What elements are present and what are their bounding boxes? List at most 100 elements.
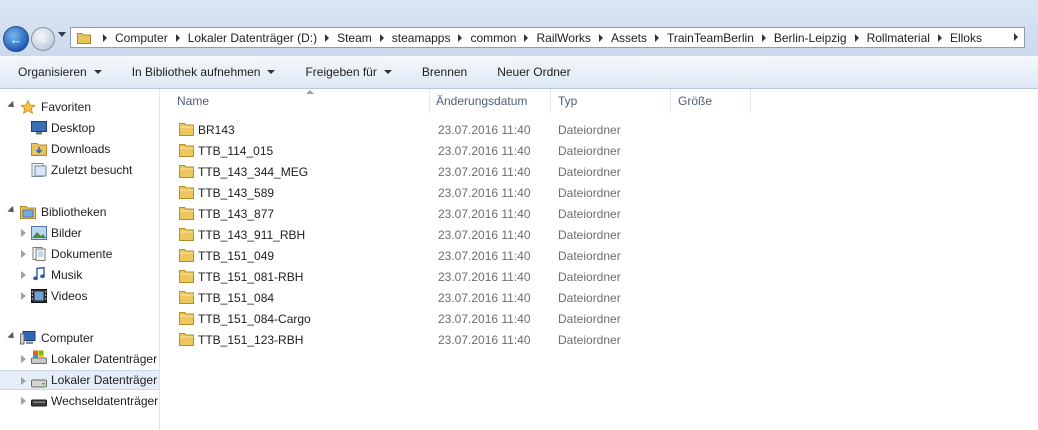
table-row[interactable]: TTB_114_015 23.07.2016 11:40 Dateiordner — [160, 140, 1038, 161]
burn-button[interactable]: Brennen — [404, 56, 479, 89]
breadcrumb-separator[interactable] — [379, 33, 384, 42]
table-row[interactable]: TTB_143_877 23.07.2016 11:40 Dateiordner — [160, 203, 1038, 224]
nav-item-documents[interactable]: Dokumente — [0, 244, 159, 264]
file-name[interactable]: TTB_143_344_MEG — [198, 165, 308, 179]
nav-item-downloads[interactable]: Downloads — [0, 139, 159, 159]
column-header-label: Größe — [678, 94, 713, 108]
file-name[interactable]: TTB_143_877 — [198, 207, 274, 221]
breadcrumb-separator[interactable] — [654, 33, 659, 42]
breadcrumb-separator[interactable] — [175, 33, 180, 42]
breadcrumb-separator[interactable] — [937, 33, 942, 42]
breadcrumb-drive[interactable]: Lokaler Datenträger (D:) — [188, 31, 317, 45]
table-row[interactable]: TTB_143_911_RBH 23.07.2016 11:40 Dateiordn… — [160, 224, 1038, 245]
folder-icon — [77, 32, 91, 44]
file-name[interactable]: BR143 — [198, 123, 235, 137]
breadcrumb-elloks[interactable]: Elloks — [950, 31, 982, 45]
nav-item-local-disk-c[interactable]: Lokaler Datenträger — [0, 349, 159, 369]
breadcrumb-separator[interactable] — [854, 33, 859, 42]
forward-button[interactable]: → — [31, 27, 55, 51]
file-date: 23.07.2016 11:40 — [438, 270, 531, 284]
collapsed-arrow-icon[interactable] — [21, 355, 26, 363]
documents-icon — [32, 247, 46, 261]
nav-item-computer[interactable]: Computer — [0, 328, 159, 348]
collapsed-arrow-icon[interactable] — [21, 397, 26, 405]
breadcrumb-separator[interactable] — [103, 33, 107, 42]
sort-ascending-icon — [306, 90, 314, 94]
nav-item-local-disk-d[interactable]: Lokaler Datenträger — [0, 370, 159, 390]
column-header-size[interactable]: Größe — [671, 89, 751, 113]
breadcrumb-computer[interactable]: Computer — [115, 31, 168, 45]
star-icon — [20, 100, 36, 114]
file-name[interactable]: TTB_151_123-RBH — [198, 333, 303, 347]
breadcrumb-railworks[interactable]: RailWorks — [536, 31, 590, 45]
nav-item-videos[interactable]: Videos — [0, 286, 159, 306]
breadcrumb-berlin-leipzig[interactable]: Berlin-Leipzig — [774, 31, 847, 45]
table-row[interactable]: TTB_151_081-RBH 23.07.2016 11:40 Dateiordn… — [160, 266, 1038, 287]
nav-item-music[interactable]: Musik — [0, 265, 159, 285]
column-header-name[interactable]: Name — [170, 89, 430, 113]
organize-button[interactable]: Organisieren — [0, 56, 114, 89]
file-name[interactable]: TTB_151_084 — [198, 291, 274, 305]
breadcrumb-steam[interactable]: Steam — [337, 31, 372, 45]
table-row[interactable]: TTB_151_123-RBH 23.07.2016 11:40 Dateiordn… — [160, 329, 1038, 350]
back-button[interactable]: ← — [3, 26, 29, 52]
table-row[interactable]: TTB_151_084-Cargo 23.07.2016 11:40 Dateior… — [160, 308, 1038, 329]
breadcrumb-separator[interactable] — [598, 33, 603, 42]
new-folder-button[interactable]: Neuer Ordner — [479, 56, 582, 89]
table-row[interactable]: TTB_151_049 23.07.2016 11:40 Dateiordner — [160, 245, 1038, 266]
navigation-pane: Favoriten Desktop Downloads Zuletzt besu… — [0, 89, 160, 430]
downloads-folder-icon — [31, 143, 47, 156]
file-name[interactable]: TTB_151_084-Cargo — [198, 312, 311, 326]
nav-label: Dokumente — [51, 247, 113, 261]
table-row[interactable]: TTB_151_084 23.07.2016 11:40 Dateiordner — [160, 287, 1038, 308]
removable-drive-icon — [31, 399, 47, 407]
nav-item-pictures[interactable]: Bilder — [0, 223, 159, 243]
expanded-arrow-icon[interactable] — [7, 331, 17, 342]
expanded-arrow-icon[interactable] — [7, 100, 17, 111]
file-type: Dateiordner — [558, 123, 621, 137]
file-name[interactable]: TTB_151_049 — [198, 249, 274, 263]
file-date: 23.07.2016 11:40 — [438, 333, 531, 347]
breadcrumb-separator[interactable] — [458, 33, 463, 42]
file-name[interactable]: TTB_143_589 — [198, 186, 274, 200]
column-header-type[interactable]: Typ — [551, 89, 671, 113]
collapsed-arrow-icon[interactable] — [21, 292, 26, 300]
chevron-down-icon — [383, 70, 392, 74]
table-row[interactable]: TTB_143_589 23.07.2016 11:40 Dateiordner — [160, 182, 1038, 203]
breadcrumb-trainteamberlin[interactable]: TrainTeamBerlin — [667, 31, 754, 45]
file-name[interactable]: TTB_114_015 — [198, 144, 273, 158]
folder-icon — [179, 228, 194, 241]
share-with-button[interactable]: Freigeben für — [287, 56, 403, 89]
nav-item-removable-disk[interactable]: Wechseldatenträger — [0, 391, 159, 411]
collapsed-arrow-icon[interactable] — [21, 250, 26, 258]
breadcrumb-separator[interactable] — [325, 33, 330, 42]
column-header-date[interactable]: Änderungsdatum — [430, 89, 551, 113]
expanded-arrow-icon[interactable] — [7, 205, 17, 216]
breadcrumb-common[interactable]: common — [470, 31, 516, 45]
breadcrumb-more-icon[interactable] — [1014, 33, 1018, 41]
file-date: 23.07.2016 11:40 — [438, 123, 531, 137]
nav-item-desktop[interactable]: Desktop — [0, 118, 159, 138]
recent-pages-dropdown[interactable] — [58, 32, 66, 37]
file-name[interactable]: TTB_151_081-RBH — [198, 270, 303, 284]
collapsed-arrow-icon[interactable] — [21, 229, 26, 237]
file-type: Dateiordner — [558, 228, 621, 242]
breadcrumb-separator[interactable] — [761, 33, 766, 42]
table-row[interactable]: BR143 23.07.2016 11:40 Dateiordner — [160, 119, 1038, 140]
file-type: Dateiordner — [558, 291, 621, 305]
nav-item-libraries[interactable]: Bibliotheken — [0, 202, 159, 222]
breadcrumb-rollmaterial[interactable]: Rollmaterial — [867, 31, 930, 45]
include-in-library-button[interactable]: In Bibliothek aufnehmen — [114, 56, 288, 89]
collapsed-arrow-icon[interactable] — [21, 377, 26, 385]
command-bar: Organisieren In Bibliothek aufnehmen Fre… — [0, 56, 1038, 89]
breadcrumb[interactable]: Computer Lokaler Datenträger (D:) Steam … — [70, 27, 1025, 48]
file-name[interactable]: TTB_143_911_RBH — [198, 228, 305, 242]
breadcrumb-assets[interactable]: Assets — [611, 31, 647, 45]
table-row[interactable]: TTB_143_344_MEG 23.07.2016 11:40 Dateiordn… — [160, 161, 1038, 182]
breadcrumb-steamapps[interactable]: steamapps — [392, 31, 451, 45]
column-header-label: Änderungsdatum — [436, 94, 528, 108]
nav-item-recent-places[interactable]: Zuletzt besucht — [0, 160, 159, 180]
breadcrumb-separator[interactable] — [524, 33, 529, 42]
collapsed-arrow-icon[interactable] — [21, 271, 26, 279]
nav-item-favorites[interactable]: Favoriten — [0, 97, 159, 117]
